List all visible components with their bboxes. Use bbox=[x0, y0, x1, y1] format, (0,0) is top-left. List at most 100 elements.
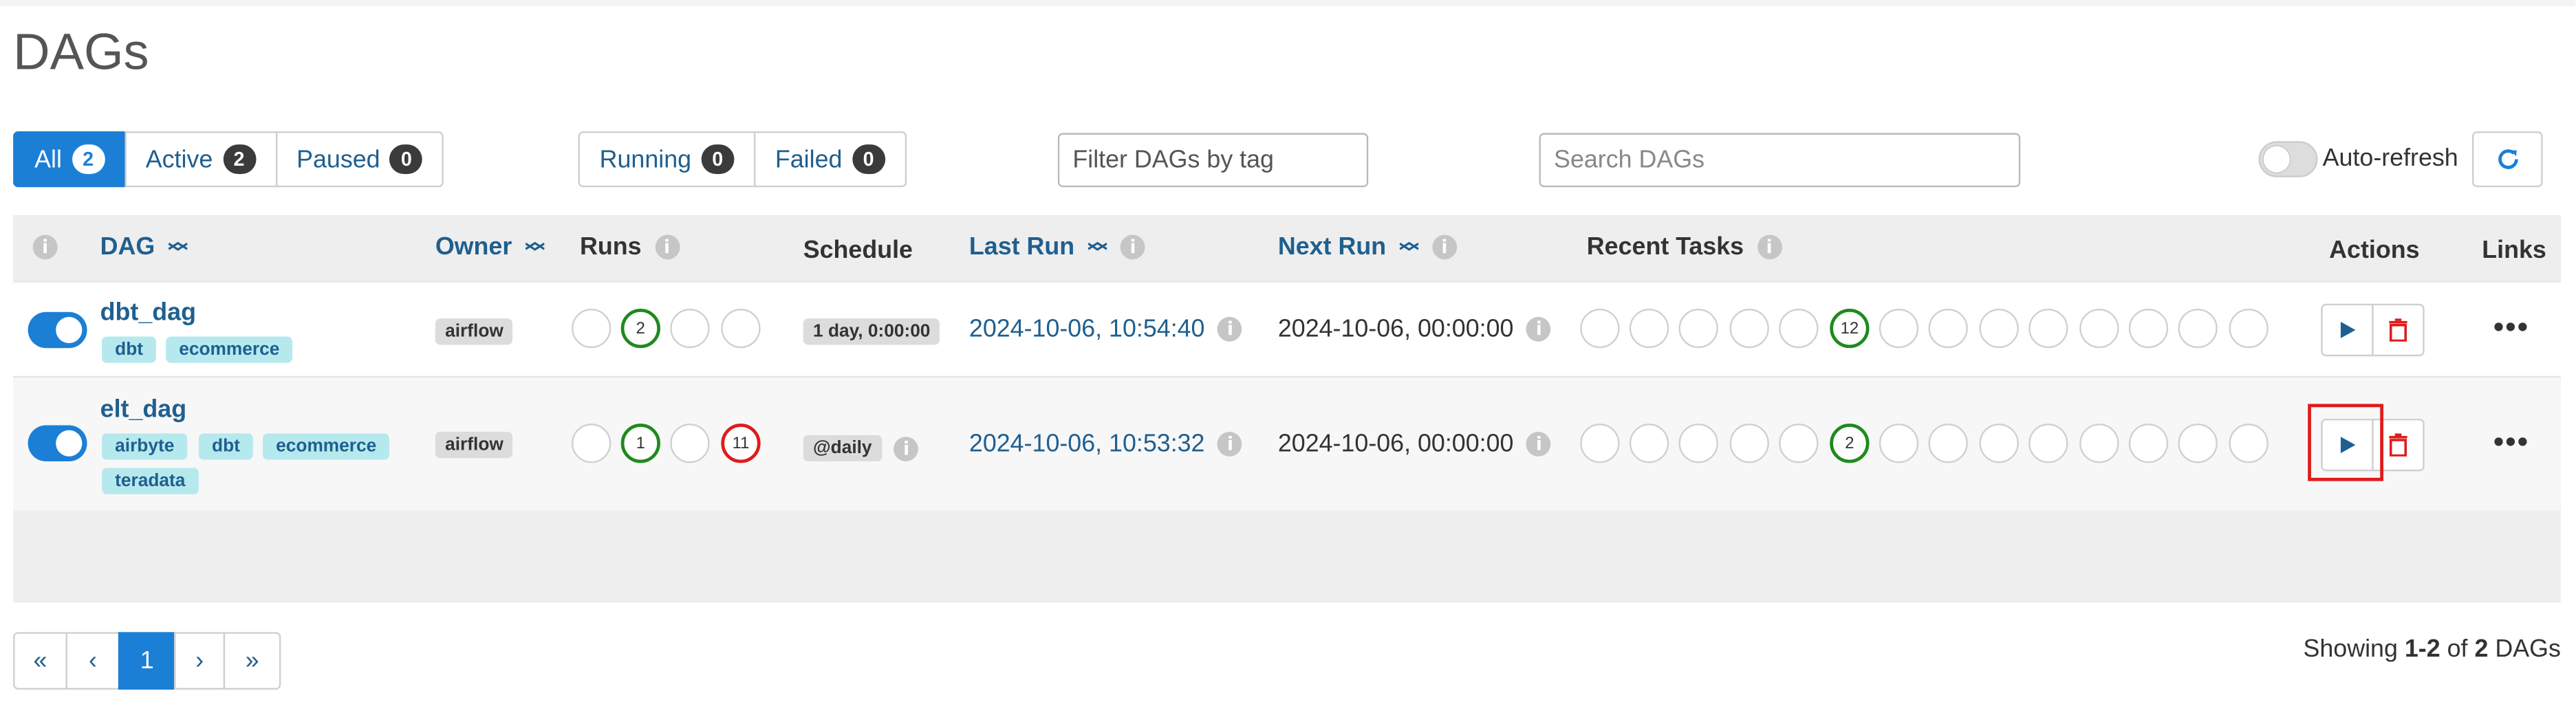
run-state-circle[interactable] bbox=[572, 424, 611, 463]
run-state-circle[interactable] bbox=[670, 424, 710, 463]
run-state-circle[interactable] bbox=[721, 308, 761, 349]
last-page-button[interactable]: » bbox=[223, 632, 281, 690]
filter-active-button[interactable]: Active 2 bbox=[124, 131, 277, 188]
filter-paused-count: 0 bbox=[389, 144, 423, 175]
header-links: Links bbox=[2482, 237, 2546, 265]
trash-icon bbox=[2389, 318, 2407, 342]
links-menu-button[interactable]: ••• bbox=[2493, 310, 2529, 344]
showing-total: 2 bbox=[2474, 635, 2489, 663]
task-state-circle[interactable] bbox=[2178, 424, 2218, 463]
search-input[interactable]: Search DAGs bbox=[1539, 133, 2021, 188]
header-recent-tasks: Recent Tasks i bbox=[1587, 233, 1782, 261]
run-state-circle[interactable] bbox=[670, 308, 710, 349]
header-next-run[interactable]: Next Run ︿ ﹀ i bbox=[1278, 229, 1457, 264]
sort-icon: ︿ ﹀ bbox=[168, 229, 188, 264]
auto-refresh-toggle[interactable] bbox=[2258, 141, 2318, 177]
dag-tag[interactable]: airbyte bbox=[102, 433, 188, 460]
links-menu-button[interactable]: ••• bbox=[2493, 425, 2529, 459]
header-dag-label: DAG bbox=[100, 233, 155, 261]
run-state-circle[interactable]: 11 bbox=[721, 424, 761, 463]
task-state-circle[interactable] bbox=[2079, 424, 2119, 463]
showing-suffix: DAGs bbox=[2488, 635, 2561, 663]
first-page-button[interactable]: « bbox=[13, 632, 67, 690]
task-state-circle[interactable] bbox=[1928, 308, 1968, 349]
task-state-circle[interactable] bbox=[2128, 308, 2169, 349]
task-state-circle[interactable] bbox=[1979, 424, 2019, 463]
task-state-circle[interactable] bbox=[2229, 308, 2269, 349]
header-schedule: Schedule bbox=[803, 237, 913, 265]
last-run-link[interactable]: 2024-10-06, 10:53:32 i bbox=[969, 430, 1243, 458]
header-actions: Actions bbox=[2329, 237, 2419, 265]
task-state-circle[interactable] bbox=[1879, 308, 1919, 349]
owner-badge[interactable]: airflow bbox=[435, 318, 514, 345]
task-state-circle[interactable] bbox=[1729, 308, 1769, 349]
task-state-circle[interactable] bbox=[1678, 308, 1718, 349]
task-state-circle[interactable] bbox=[1580, 424, 1620, 463]
dag-tag[interactable]: ecommerce bbox=[166, 336, 293, 363]
task-state-circle[interactable] bbox=[1928, 424, 1968, 463]
header-runs-label: Runs bbox=[579, 233, 642, 261]
dag-tag[interactable]: dbt bbox=[102, 336, 157, 363]
task-state-circle[interactable] bbox=[2079, 308, 2119, 349]
dag-tag[interactable]: teradata bbox=[102, 468, 199, 494]
task-state-circle[interactable]: 12 bbox=[1830, 308, 1870, 349]
next-run-value: 2024-10-06, 00:00:00 i bbox=[1278, 430, 1552, 458]
task-state-circle[interactable] bbox=[2028, 308, 2068, 349]
filter-running-button[interactable]: Running 0 bbox=[578, 131, 756, 188]
header-actions-label: Actions bbox=[2329, 236, 2420, 265]
filter-active-label: Active bbox=[145, 145, 213, 173]
task-state-circle[interactable] bbox=[1678, 424, 1718, 463]
filter-failed-button[interactable]: Failed 0 bbox=[753, 131, 907, 188]
dag-pause-toggle[interactable] bbox=[28, 425, 87, 462]
header-owner[interactable]: Owner ︿ ﹀ bbox=[435, 231, 545, 262]
header-dag[interactable]: DAG ︿ ﹀ bbox=[100, 229, 188, 264]
trigger-dag-button[interactable] bbox=[2321, 303, 2374, 357]
info-icon: i bbox=[1121, 234, 1145, 260]
actions-group bbox=[2321, 303, 2425, 357]
refresh-button[interactable] bbox=[2471, 131, 2543, 188]
owner-badge[interactable]: airflow bbox=[435, 432, 514, 459]
task-state-circle[interactable] bbox=[1629, 424, 1669, 463]
task-state-circle[interactable] bbox=[1629, 308, 1669, 349]
task-state-circle[interactable] bbox=[2229, 424, 2269, 463]
filter-paused-button[interactable]: Paused 0 bbox=[275, 131, 444, 188]
table-row: elt_dag airbyte dbt ecommerce teradata a… bbox=[13, 375, 2561, 511]
dag-pause-toggle[interactable] bbox=[28, 311, 87, 349]
task-state-circle[interactable] bbox=[1779, 308, 1819, 349]
run-state-filter-group: Running 0 Failed 0 bbox=[578, 131, 907, 188]
play-icon bbox=[2340, 322, 2356, 338]
task-state-circle[interactable] bbox=[1779, 424, 1819, 463]
dags-page: DAGs All 2 Active 2 Paused 0 Running 0 F… bbox=[0, 0, 2576, 712]
task-state-circle[interactable] bbox=[1879, 424, 1919, 463]
task-state-circle[interactable] bbox=[1729, 424, 1769, 463]
delete-dag-button[interactable] bbox=[2372, 303, 2425, 357]
sort-icon: ︿ ﹀ bbox=[1087, 229, 1107, 264]
sort-icon: ︿ ﹀ bbox=[1399, 229, 1419, 264]
last-run-value: 2024-10-06, 10:54:40 bbox=[968, 315, 1205, 344]
dag-tag[interactable]: dbt bbox=[198, 433, 254, 460]
filter-all-button[interactable]: All 2 bbox=[13, 131, 127, 188]
run-state-circle[interactable] bbox=[572, 308, 611, 349]
dag-id-link[interactable]: dbt_dag bbox=[100, 299, 196, 327]
top-border bbox=[0, 0, 2576, 7]
page-1-button[interactable]: 1 bbox=[118, 632, 176, 690]
tag-filter-input[interactable]: Filter DAGs by tag bbox=[1057, 133, 1369, 188]
prev-page-button[interactable]: ‹ bbox=[65, 632, 120, 690]
info-icon: i bbox=[1217, 316, 1243, 342]
task-state-circle[interactable]: 2 bbox=[1830, 424, 1870, 463]
task-state-circle[interactable] bbox=[2128, 424, 2169, 463]
dags-table: i DAG ︿ ﹀ Owner ︿ ﹀ Runs i Schedule Last R… bbox=[13, 215, 2561, 603]
dag-id-link[interactable]: elt_dag bbox=[100, 396, 186, 424]
task-state-circle[interactable] bbox=[1580, 308, 1620, 349]
last-run-link[interactable]: 2024-10-06, 10:54:40 i bbox=[968, 315, 1243, 344]
header-last-run[interactable]: Last Run ︿ ﹀ i bbox=[969, 229, 1145, 264]
task-state-circle[interactable] bbox=[2028, 424, 2068, 463]
filter-running-label: Running bbox=[599, 145, 692, 173]
dag-tag[interactable]: ecommerce bbox=[263, 433, 390, 460]
next-page-button[interactable]: › bbox=[174, 632, 226, 690]
task-state-circle[interactable] bbox=[1979, 308, 2019, 349]
run-state-circle[interactable]: 2 bbox=[620, 308, 660, 349]
task-state-circle[interactable] bbox=[2178, 308, 2218, 349]
run-state-circle[interactable]: 1 bbox=[620, 424, 660, 463]
filter-all-label: All bbox=[34, 145, 62, 173]
